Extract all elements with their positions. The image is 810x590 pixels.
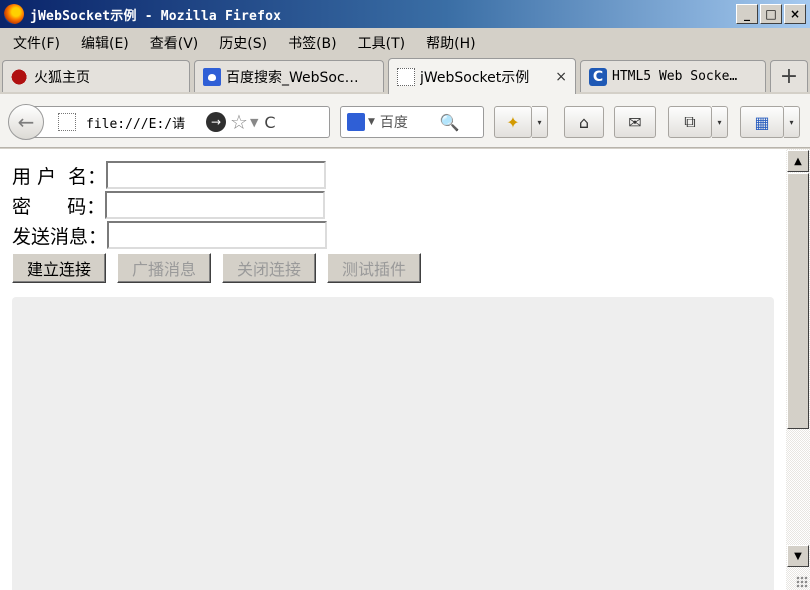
tab-label: 火狐主页 xyxy=(34,69,90,86)
menu-bar: 文件(F) 编辑(E) 查看(V) 历史(S) 书签(B) 工具(T) 帮助(H… xyxy=(0,28,810,58)
bookmark-star-icon[interactable]: ☆ xyxy=(230,110,248,134)
maximize-button[interactable]: □ xyxy=(760,4,782,24)
password-input[interactable] xyxy=(105,191,326,219)
title-bar: jWebSocket示例 - Mozilla Firefox _ □ × xyxy=(0,0,810,28)
reload-icon[interactable]: C xyxy=(264,113,275,132)
menu-view[interactable]: 查看(V) xyxy=(143,33,206,53)
baidu-engine-icon[interactable] xyxy=(347,113,365,131)
menu-edit[interactable]: 编辑(E) xyxy=(74,33,136,53)
menu-history[interactable]: 历史(S) xyxy=(212,33,274,53)
action-buttons: 建立连接 广播消息 关闭连接 测试插件 xyxy=(12,253,422,283)
vertical-scrollbar[interactable]: ▲ ▼ xyxy=(786,149,810,590)
new-tab-button[interactable]: + xyxy=(770,60,808,92)
tab-html5-websocket[interactable]: C HTML5 Web Socke… xyxy=(580,60,766,92)
username-row: 用 户 名： xyxy=(12,161,327,189)
addon-dropdown-icon[interactable]: ▾ xyxy=(532,106,548,138)
search-bar[interactable]: ▼ 百度 🔍 xyxy=(340,106,484,138)
window-controls: _ □ × xyxy=(736,4,806,24)
firefox-icon xyxy=(11,67,29,86)
navigation-toolbar: file:///E:/请 → ☆ ▼ C ← ▼ 百度 🔍 ✦ ▾ ⌂ ✉ ⧉ … xyxy=(0,94,810,148)
firefox-logo-icon xyxy=(4,4,24,24)
engine-dropdown-icon[interactable]: ▼ xyxy=(368,117,375,127)
page-content: 用 户 名： 密 码： 发送消息： 建立连接 广播消息 关闭连接 测试插件 xyxy=(0,149,786,590)
url-bar[interactable]: file:///E:/请 → ☆ ▼ C xyxy=(34,106,330,138)
message-log-area xyxy=(12,297,774,590)
tools-button[interactable]: ⧉ xyxy=(668,106,712,138)
menu-bookmarks[interactable]: 书签(B) xyxy=(281,33,344,53)
tab-label: HTML5 Web Socke… xyxy=(612,69,738,84)
go-arrow-icon[interactable]: → xyxy=(206,112,226,132)
url-text[interactable]: file:///E:/请 xyxy=(86,113,204,132)
disconnect-button[interactable]: 关闭连接 xyxy=(222,253,317,283)
close-window-button[interactable]: × xyxy=(784,4,806,24)
scroll-thumb[interactable] xyxy=(787,173,809,429)
connect-button[interactable]: 建立连接 xyxy=(12,253,107,283)
tab-firefox-home[interactable]: 火狐主页 xyxy=(2,60,190,92)
home-button[interactable]: ⌂ xyxy=(564,106,604,138)
tab-bar: 火狐主页 百度搜索_WebSoc… jWebSocket示例 × C HTML5… xyxy=(0,58,810,94)
password-label: 密 码： xyxy=(12,195,106,218)
password-row: 密 码： xyxy=(12,191,326,219)
site-identity-icon[interactable] xyxy=(58,113,76,131)
message-row: 发送消息： xyxy=(12,221,328,249)
c-logo-icon: C xyxy=(589,67,607,86)
broadcast-button[interactable]: 广播消息 xyxy=(117,253,212,283)
window-title: jWebSocket示例 - Mozilla Firefox xyxy=(30,8,282,24)
tab-baidu-search[interactable]: 百度搜索_WebSoc… xyxy=(194,60,384,92)
tab-jwebsocket[interactable]: jWebSocket示例 × xyxy=(388,58,576,94)
close-tab-icon[interactable]: × xyxy=(555,69,567,85)
tab-label: 百度搜索_WebSoc… xyxy=(226,69,359,86)
test-plugin-button[interactable]: 测试插件 xyxy=(327,253,422,283)
addon-button[interactable]: ✦ xyxy=(494,106,532,138)
resize-grip-icon[interactable] xyxy=(796,576,808,588)
scroll-up-button[interactable]: ▲ xyxy=(787,150,809,172)
message-label: 发送消息： xyxy=(12,225,108,248)
scroll-down-button[interactable]: ▼ xyxy=(787,545,809,567)
message-input[interactable] xyxy=(107,221,328,249)
grid-menu-button[interactable]: ▦ xyxy=(740,106,784,138)
history-dropdown-icon[interactable]: ▼ xyxy=(250,116,258,129)
page-icon xyxy=(397,67,415,86)
menu-file[interactable]: 文件(F) xyxy=(6,33,67,53)
search-placeholder[interactable]: 百度 xyxy=(380,112,440,132)
username-input[interactable] xyxy=(106,161,327,189)
menu-tools[interactable]: 工具(T) xyxy=(351,33,412,53)
baidu-paw-icon xyxy=(203,67,221,86)
back-button[interactable]: ← xyxy=(8,104,44,140)
grid-dropdown-icon[interactable]: ▾ xyxy=(784,106,800,138)
mail-button[interactable]: ✉ xyxy=(614,106,656,138)
tools-dropdown-icon[interactable]: ▾ xyxy=(712,106,728,138)
search-icon[interactable]: 🔍 xyxy=(440,113,460,132)
menu-help[interactable]: 帮助(H) xyxy=(419,33,482,53)
username-label: 用 户 名： xyxy=(12,165,107,188)
minimize-button[interactable]: _ xyxy=(736,4,758,24)
tab-label: jWebSocket示例 xyxy=(420,69,530,86)
